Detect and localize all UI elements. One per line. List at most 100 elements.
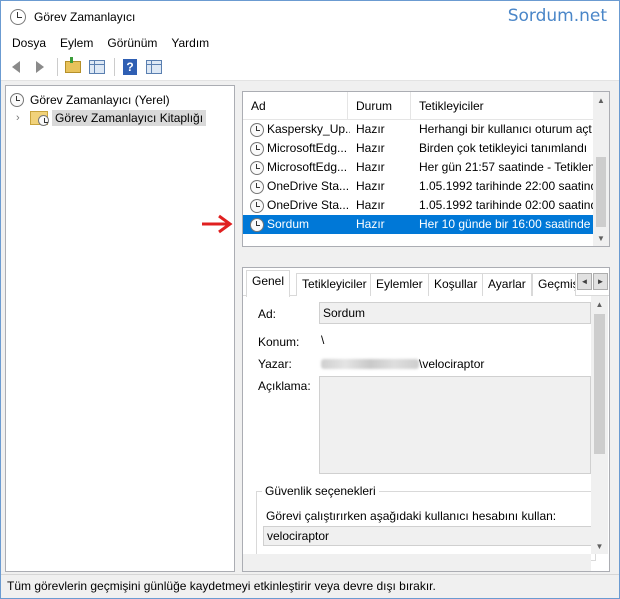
column-header-durum[interactable]: Durum [348, 92, 411, 120]
task-name: OneDrive Sta... [267, 198, 350, 212]
name-label: Ad: [258, 307, 277, 321]
menu-gorunum[interactable]: Görünüm [100, 36, 164, 50]
up-one-level-button[interactable] [62, 56, 84, 78]
table-row[interactable]: MicrosoftEdg... Hazır Her gün 21:57 saat… [243, 158, 595, 177]
back-arrow-icon [12, 61, 20, 73]
details-tabs: Genel Tetikleyiciler Eylemler Koşullar A… [243, 268, 609, 297]
clock-icon [250, 160, 264, 175]
chevron-right-icon[interactable]: › [16, 112, 24, 124]
scrollbar-thumb[interactable] [596, 157, 606, 227]
menu-yardim[interactable]: Yardım [164, 36, 216, 50]
red-arrow-icon [202, 214, 233, 234]
column-header-tetikleyiciler[interactable]: Tetikleyiciler [411, 92, 601, 120]
tab-scroll-right-icon[interactable]: ► [593, 273, 608, 290]
clock-icon [10, 8, 26, 25]
clock-icon [38, 114, 49, 126]
task-details: Genel Tetikleyiciler Eylemler Koşullar A… [242, 267, 610, 572]
clock-icon [250, 141, 264, 156]
author-label: Yazar: [258, 357, 292, 371]
help-button[interactable]: ? [119, 56, 141, 78]
scroll-up-icon[interactable]: ▲ [593, 92, 609, 108]
task-trigger: Her gün 21:57 saatinde - Tetiklen [419, 160, 595, 174]
scroll-down-icon[interactable]: ▼ [591, 538, 608, 554]
tree-item-label: Görev Zamanlayıcı Kitaplığı [52, 109, 207, 126]
list-scrollbar[interactable]: ▲ ▼ [593, 92, 609, 246]
task-status: Hazır [356, 198, 385, 212]
tab-kosullar[interactable]: Koşullar [428, 273, 484, 296]
details-scrollbar[interactable]: ▲ ▼ [591, 296, 608, 554]
tab-ayarlar[interactable]: Ayarlar [482, 273, 532, 296]
tab-genel[interactable]: Genel [246, 270, 291, 297]
list-header: Ad Durum Tetikleyiciler [243, 92, 595, 120]
back-button[interactable] [5, 56, 27, 78]
blurred-author-domain [321, 359, 419, 369]
task-status: Hazır [356, 160, 385, 174]
scroll-down-icon[interactable]: ▼ [593, 230, 609, 246]
description-field[interactable] [319, 376, 591, 474]
menu-bar: Dosya Eylem Görünüm Yardım [1, 32, 619, 54]
toolbar-separator [57, 58, 58, 76]
table-row[interactable]: OneDrive Sta... Hazır 1.05.1992 tarihind… [243, 196, 595, 215]
task-status: Hazır [356, 122, 385, 136]
table-row-selected[interactable]: Sordum Hazır Her 10 günde bir 16:00 saat… [243, 215, 595, 234]
task-trigger: 1.05.1992 tarihinde 02:00 saatinde [419, 198, 595, 212]
task-name-cell: Kaspersky_Up... [250, 120, 350, 139]
details-horizontal-scrollbar[interactable] [243, 554, 591, 571]
task-status: Hazır [356, 179, 385, 193]
tab-scroll-left-icon[interactable]: ◄ [577, 273, 592, 290]
toolbar: ? [1, 54, 619, 81]
name-field[interactable]: Sordum [319, 302, 591, 324]
security-options-text: Görevi çalıştırırken aşağıdaki kullanıcı… [266, 509, 557, 523]
location-value: \ [321, 333, 325, 347]
action-pane-button[interactable] [143, 56, 165, 78]
tab-eylemler[interactable]: Eylemler [370, 273, 429, 296]
clock-icon [10, 92, 24, 107]
task-name-cell: Sordum [250, 215, 350, 234]
tab-tetikleyiciler[interactable]: Tetikleyiciler [296, 273, 373, 296]
tab-gecmis[interactable]: Geçmiş [532, 273, 576, 296]
task-trigger: 1.05.1992 tarihinde 22:00 saatinde [419, 179, 595, 193]
task-name-cell: MicrosoftEdg... [250, 139, 350, 158]
table-row[interactable]: OneDrive Sta... Hazır 1.05.1992 tarihind… [243, 177, 595, 196]
show-hide-tree-button[interactable] [86, 56, 108, 78]
clock-icon [250, 122, 264, 137]
tree-item-label: Görev Zamanlayıcı (Yerel) [30, 92, 170, 107]
task-list: Ad Durum Tetikleyiciler Kaspersky_Up... … [242, 91, 610, 247]
task-status: Hazır [356, 141, 385, 155]
security-user-field: velociraptor [263, 526, 593, 546]
table-row[interactable]: MicrosoftEdg... Hazır Birden çok tetikle… [243, 139, 595, 158]
forward-arrow-icon [36, 61, 44, 73]
menu-eylem[interactable]: Eylem [53, 36, 100, 50]
help-icon: ? [123, 59, 137, 75]
tree-item-root[interactable]: Görev Zamanlayıcı (Yerel) [10, 90, 170, 109]
scroll-up-icon[interactable]: ▲ [591, 296, 608, 312]
security-options-title: Güvenlik seçenekleri [262, 484, 379, 498]
task-trigger: Her 10 günde bir 16:00 saatinde [419, 217, 591, 231]
task-name: Sordum [267, 217, 310, 231]
tree-item-library[interactable]: › Görev Zamanlayıcı Kitaplığı [16, 108, 207, 127]
title-bar: Görev Zamanlayıcı Sordum.net [1, 1, 619, 32]
folder-up-icon [65, 57, 81, 73]
task-name: Kaspersky_Up... [267, 122, 350, 136]
clock-icon [250, 217, 264, 232]
description-label: Açıklama: [258, 379, 311, 393]
location-label: Konum: [258, 335, 300, 349]
column-header-ad[interactable]: Ad [243, 92, 348, 120]
folder-clock-icon [30, 110, 49, 126]
task-name: MicrosoftEdg... [267, 141, 348, 155]
forward-button[interactable] [29, 56, 51, 78]
menu-dosya[interactable]: Dosya [5, 36, 53, 50]
task-name-cell: MicrosoftEdg... [250, 158, 350, 177]
status-bar: Tüm görevlerin geçmişini günlüğe kaydetm… [1, 574, 619, 598]
window-title: Görev Zamanlayıcı [34, 9, 136, 24]
task-trigger: Birden çok tetikleyici tanımlandı [419, 141, 588, 155]
brand-watermark: Sordum.net [507, 6, 607, 26]
scrollbar-thumb[interactable] [594, 314, 605, 454]
table-row[interactable]: Kaspersky_Up... Hazır Herhangi bir kulla… [243, 120, 595, 139]
toolbar-separator [114, 58, 115, 76]
task-trigger: Herhangi bir kullanıcı oturum açt [419, 122, 592, 136]
author-value: \velociraptor [419, 357, 485, 371]
task-name-cell: OneDrive Sta... [250, 177, 350, 196]
task-name: MicrosoftEdg... [267, 160, 348, 174]
task-scheduler-window: Görev Zamanlayıcı Sordum.net Dosya Eylem… [0, 0, 620, 599]
